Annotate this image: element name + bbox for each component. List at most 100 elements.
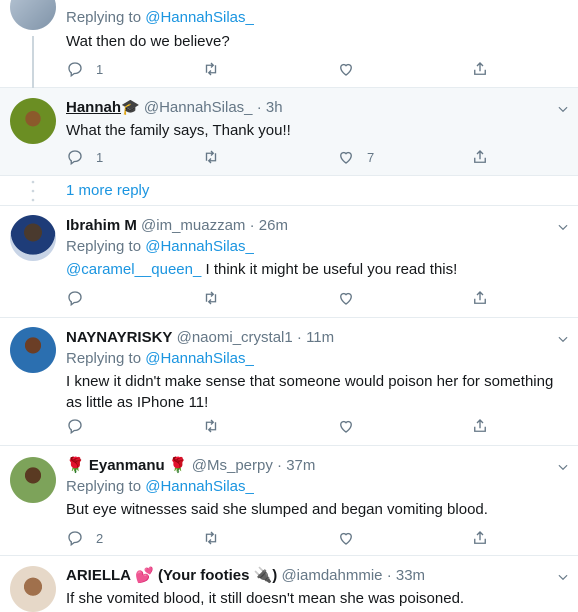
handle[interactable]: @im_muazzam — [141, 217, 245, 234]
caret-down-icon[interactable] — [556, 570, 570, 584]
caret-down-icon[interactable] — [556, 332, 570, 346]
handle[interactable]: @iamdahmmie — [281, 567, 382, 584]
share-icon — [474, 531, 486, 544]
tweet-text: But eye witnesses said she slumped and b… — [66, 501, 488, 518]
reply-button[interactable]: 2 — [66, 528, 103, 548]
timestamp[interactable]: 3h — [266, 99, 283, 116]
timestamp[interactable]: 33m — [396, 567, 425, 584]
tweet-1[interactable]: Hannah🎓 @HannahSilas_ · 3h What the fami… — [0, 88, 578, 176]
tweet-0[interactable]: Replying to @HannahSilas_ Wat then do we… — [0, 0, 578, 88]
replying-mention[interactable]: @HannahSilas_ — [145, 350, 254, 367]
like-button[interactable]: 7 — [337, 147, 374, 167]
tweet-actions: 1 — [66, 59, 496, 79]
replying-mention[interactable]: @HannahSilas_ — [145, 478, 254, 495]
display-name[interactable]: NAYNAYRISKY — [66, 329, 172, 346]
reply-button[interactable] — [66, 288, 84, 308]
separator-dot: · — [386, 567, 392, 584]
share-button[interactable] — [471, 59, 489, 79]
timestamp[interactable]: 26m — [259, 217, 288, 234]
replying-prefix: Replying to — [66, 238, 146, 255]
replying-mention[interactable]: @HannahSilas_ — [145, 238, 254, 255]
tweet-5[interactable]: 🌹 Eyanmanu 🌹 @Ms_perpy · 37m Replying to… — [0, 446, 578, 556]
like-button[interactable] — [337, 416, 355, 436]
share-button[interactable] — [471, 528, 489, 548]
share-icon — [474, 150, 486, 163]
share-button[interactable] — [471, 416, 489, 436]
tweet-3[interactable]: Ibrahim M @im_muazzam · 26m Replying to … — [0, 206, 578, 318]
retweet-button[interactable] — [202, 528, 220, 548]
retweet-button[interactable] — [202, 59, 220, 79]
reply-button[interactable] — [66, 416, 84, 436]
reply-count: 1 — [96, 149, 104, 165]
avatar[interactable] — [10, 566, 56, 612]
display-name[interactable]: Ibrahim M — [66, 217, 137, 234]
share-icon — [474, 419, 486, 432]
name-emoji: 🌹 — [66, 457, 85, 474]
share-button[interactable] — [471, 147, 489, 167]
tweet-header: Ibrahim M @im_muazzam · 26m — [66, 216, 558, 236]
reply-icon — [68, 531, 82, 547]
avatar[interactable] — [10, 98, 56, 144]
retweet-button[interactable] — [202, 147, 220, 167]
tweet-actions — [66, 416, 496, 436]
share-icon — [474, 62, 486, 75]
replying-to: Replying to @HannahSilas_ — [66, 237, 558, 257]
like-button[interactable] — [337, 288, 355, 308]
tweet-actions — [66, 288, 496, 308]
name-emoji: 🔌) — [253, 567, 278, 584]
more-replies-row[interactable]: 1 more reply — [0, 176, 578, 206]
like-icon — [340, 292, 352, 305]
avatar[interactable] — [10, 327, 56, 373]
avatar[interactable] — [10, 0, 56, 30]
caret-down-icon[interactable] — [556, 102, 570, 116]
reply-button[interactable]: 1 — [66, 59, 103, 79]
text-mention[interactable]: @caramel__queen_ — [66, 261, 201, 278]
tweet-header: ARIELLA 💕 (Your footies 🔌) @iamdahmmie ·… — [66, 566, 558, 586]
name-emoji: 💕 — [135, 567, 154, 584]
name-emoji: 🎓 — [121, 99, 140, 116]
more-reply-link[interactable]: 1 more reply — [66, 182, 149, 199]
reply-icon — [68, 419, 82, 435]
handle[interactable]: @HannahSilas_ — [144, 99, 253, 116]
retweet-icon — [205, 150, 217, 164]
caret-down-icon[interactable] — [556, 220, 570, 234]
like-button[interactable] — [337, 528, 355, 548]
timestamp[interactable]: 37m — [286, 457, 315, 474]
tweet-6[interactable]: ARIELLA 💕 (Your footies 🔌) @iamdahmmie ·… — [0, 556, 578, 612]
tweet-text: @caramel__queen_ I think it might be use… — [66, 259, 558, 280]
display-name[interactable]: Hannah — [66, 99, 121, 116]
text-line-1: I knew it didn't make sense that someone… — [66, 373, 554, 390]
avatar[interactable] — [10, 215, 56, 261]
reply-count: 2 — [96, 530, 104, 546]
reply-icon — [68, 291, 82, 307]
replying-prefix: Replying to — [66, 9, 146, 26]
like-icon — [340, 420, 352, 433]
thread-line — [32, 36, 34, 88]
reply-button[interactable]: 1 — [66, 147, 103, 167]
like-icon — [340, 151, 352, 164]
tweet-text: What the family says, Thank you!! — [66, 122, 291, 139]
like-icon — [340, 63, 352, 76]
display-name-suffix: (Your footies — [158, 567, 250, 584]
separator-dot: · — [277, 457, 283, 474]
avatar[interactable] — [10, 457, 56, 503]
share-button[interactable] — [471, 288, 489, 308]
tweet-header: NAYNAYRISKY @naomi_crystal1 · 11m — [66, 328, 558, 348]
separator-dot: · — [249, 217, 255, 234]
replying-mention[interactable]: @HannahSilas_ — [145, 9, 254, 26]
retweet-button[interactable] — [202, 416, 220, 436]
display-name[interactable]: ARIELLA — [66, 567, 131, 584]
timestamp[interactable]: 11m — [306, 329, 334, 346]
display-name[interactable]: Eyanmanu — [89, 457, 165, 474]
like-button[interactable] — [337, 59, 355, 79]
reply-icon — [68, 62, 82, 78]
retweet-button[interactable] — [202, 288, 220, 308]
replying-prefix: Replying to — [66, 350, 146, 367]
replying-to: Replying to @HannahSilas_ — [66, 8, 558, 28]
handle[interactable]: @Ms_perpy — [192, 457, 273, 474]
tweet-4[interactable]: NAYNAYRISKY @naomi_crystal1 · 11m Replyi… — [0, 318, 578, 446]
like-icon — [340, 532, 352, 545]
tweet-header: 🌹 Eyanmanu 🌹 @Ms_perpy · 37m — [66, 456, 558, 476]
caret-down-icon[interactable] — [556, 460, 570, 474]
handle[interactable]: @naomi_crystal1 — [177, 329, 293, 346]
